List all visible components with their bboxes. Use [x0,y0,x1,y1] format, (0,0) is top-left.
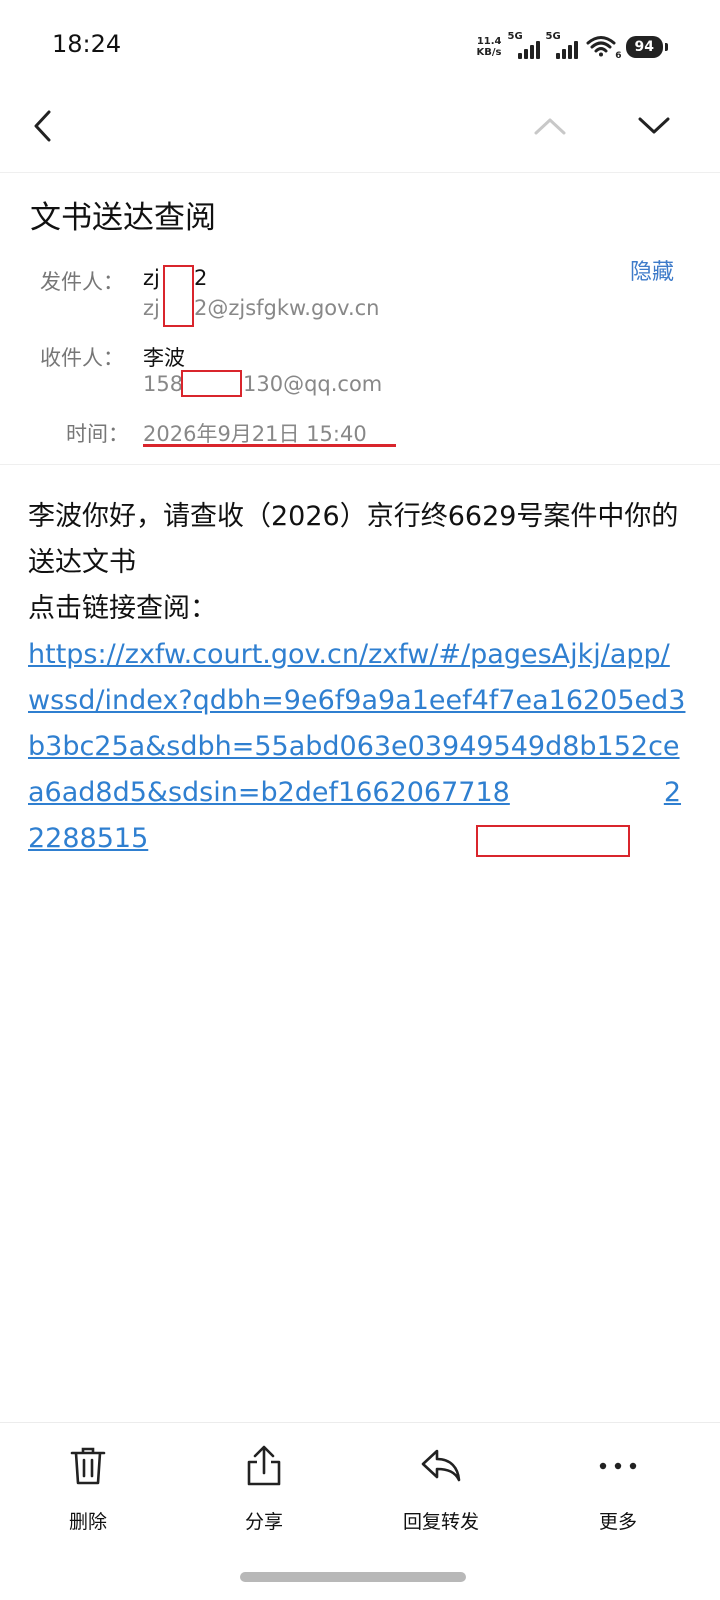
status-time: 18:24 [52,30,122,58]
recipient-name: 李波 [143,346,185,370]
redaction-box [181,370,242,397]
share-button[interactable]: 分享 [194,1441,334,1534]
previous-email-button[interactable] [524,104,576,152]
wifi-icon: 6 [586,35,622,61]
sender-email-start: zj [143,296,160,320]
delete-label: 删除 [68,1511,107,1533]
chevron-down-icon [637,116,671,140]
next-email-button[interactable] [628,104,680,152]
bottom-toolbar: 删除 分享 回复转发 更多 [0,1422,720,1553]
back-button[interactable] [20,102,64,154]
sender-email-end[interactable]: 2@zjsfgkw.gov.cn [194,296,379,320]
from-label: 发件人： [40,270,124,294]
header-divider [0,464,720,465]
share-icon [194,1441,334,1491]
time-label: 时间： [66,422,129,446]
battery-indicator: 94 [625,36,663,58]
reply-forward-button[interactable]: 回复转发 [371,1441,511,1534]
more-label: 更多 [598,1511,637,1533]
body-instruction: 点击链接查阅： [28,593,217,624]
email-body: 李波你好，请查收（2026）京行终6629号案件中你的送达文书 点击链接查阅： [28,494,688,632]
reply-icon [371,1441,511,1491]
link-redaction-gap [510,771,664,801]
reply-forward-label: 回复转发 [402,1511,479,1533]
signal-icon: 5G [546,31,578,59]
more-dots-icon [548,1441,688,1491]
redaction-box [476,825,630,857]
email-subject: 文书送达查阅 [30,200,216,236]
network-speed: 11.4 KB/s [476,36,502,58]
to-label: 收件人： [40,346,124,370]
recipient-email-end[interactable]: 130@qq.com [243,372,382,396]
sender-name-start: zj [143,266,160,290]
status-icons: 11.4 KB/s 5G 5G 6 94 [476,31,668,61]
delete-button[interactable]: 删除 [18,1441,158,1534]
more-button[interactable]: 更多 [548,1441,688,1534]
status-bar: 18:24 11.4 KB/s 5G 5G 6 94 [0,0,720,90]
timestamp-underline-annotation [143,444,396,447]
hide-details-link[interactable]: 隐藏 [630,254,674,286]
chevron-up-icon [533,116,567,140]
share-label: 分享 [244,1511,283,1533]
signal-icon: 5G [508,31,540,59]
redaction-box [163,265,194,327]
home-indicator[interactable] [240,1572,466,1582]
trash-icon [18,1441,158,1491]
battery-tip [665,43,668,51]
body-greeting: 李波你好，请查收（2026）京行终6629号案件中你的送达文书 [28,501,679,578]
sender-name-end: 2 [194,266,208,290]
recipient-email-start: 158 [143,372,184,396]
chevron-left-icon [31,109,53,147]
email-nav-bar [0,92,720,173]
